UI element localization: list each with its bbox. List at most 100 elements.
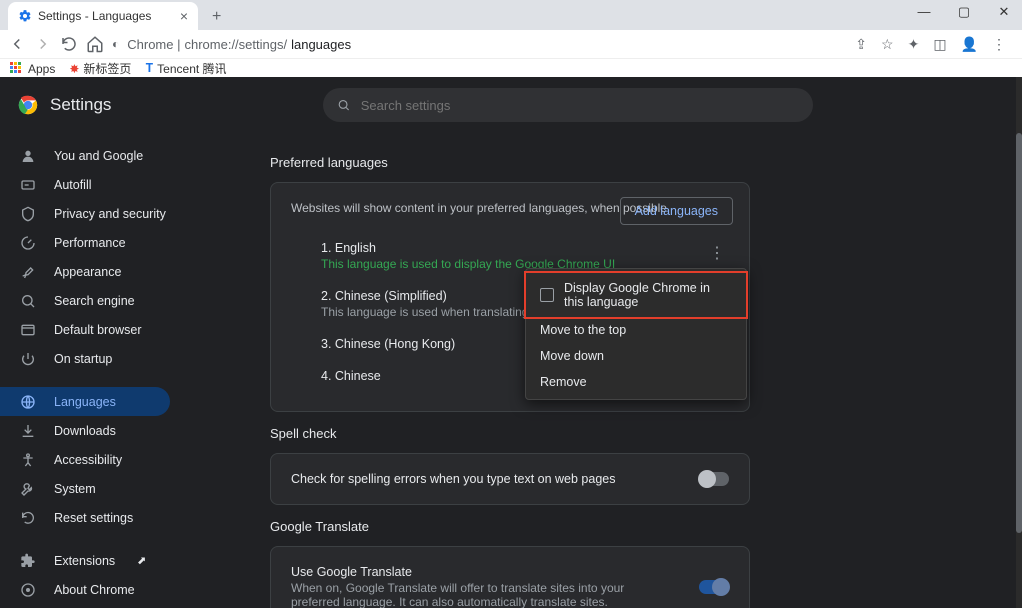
minimize-button[interactable]: ― (914, 4, 934, 20)
sidebar-item-label: Default browser (54, 323, 142, 337)
sidebar-item-appearance[interactable]: Appearance (0, 257, 170, 286)
app-title: Settings (50, 95, 111, 115)
sidebar-item-startup[interactable]: On startup (0, 344, 170, 373)
sidebar-item-label: Privacy and security (54, 207, 166, 221)
share-icon[interactable]: ⇪ (855, 36, 867, 53)
chrome-logo-icon (18, 95, 38, 115)
download-icon (20, 423, 36, 439)
profile-icon[interactable]: 👤 (961, 36, 978, 53)
sidebar-item-search[interactable]: Search engine (0, 286, 170, 315)
wrench-icon (20, 481, 36, 497)
ctx-display-in-language[interactable]: Display Google Chrome in this language (526, 273, 746, 317)
new-tab-button[interactable]: + (206, 4, 227, 30)
maximize-button[interactable]: ▢ (954, 4, 974, 20)
sidebar-item-system[interactable]: System (0, 474, 170, 503)
use-translate-toggle[interactable] (699, 580, 729, 594)
sidebar-item-label: Autofill (54, 178, 92, 192)
globe-icon (20, 394, 36, 410)
toolbar-icons: ⇪ ☆ ✦ ◫ 👤 ⋮ (855, 36, 1006, 53)
sidepanel-icon[interactable]: ◫ (933, 36, 946, 53)
sidebar-item-label: Downloads (54, 424, 116, 438)
bookmarks-bar: Apps ✸新标签页 𝐓Tencent 腾讯 (0, 58, 1022, 78)
speed-icon (20, 235, 36, 251)
search-settings[interactable] (323, 88, 813, 122)
sidebar-item-autofill[interactable]: Autofill (0, 170, 170, 199)
reset-icon (20, 510, 36, 526)
site-info-icon[interactable]: ◐ (112, 37, 119, 51)
browser-tab[interactable]: Settings - Languages × (8, 2, 198, 30)
forward-button[interactable] (34, 35, 52, 53)
sidebar-item-label: Search engine (54, 294, 135, 308)
sidebar-item-label: Extensions (54, 554, 115, 568)
extensions-icon[interactable]: ✦ (908, 36, 920, 53)
sidebar-item-label: Reset settings (54, 511, 133, 525)
google-translate-card: Use Google Translate When on, Google Tra… (270, 546, 750, 608)
search-icon (337, 98, 350, 112)
bookmark-tencent[interactable]: 𝐓Tencent 腾讯 (145, 60, 226, 77)
address-bar: ◐ Chrome | chrome://settings/languages ⇪… (0, 30, 1022, 58)
sidebar-item-about[interactable]: About Chrome (0, 575, 170, 604)
bookmark-star-icon[interactable]: ☆ (881, 36, 894, 53)
browser-chrome: ― ▢ ✕ Settings - Languages × + ◐ Chrome … (0, 0, 1022, 77)
section-preferred-languages: Preferred languages (270, 155, 1016, 170)
use-translate-sub: When on, Google Translate will offer to … (291, 581, 671, 608)
tab-strip: Settings - Languages × + (0, 0, 1022, 30)
autofill-icon (20, 177, 36, 193)
spell-check-toggle[interactable] (699, 472, 729, 486)
sidebar-item-languages[interactable]: Languages (0, 387, 170, 416)
search-icon (20, 293, 36, 309)
use-translate-label: Use Google Translate (291, 565, 671, 579)
menu-icon[interactable]: ⋮ (992, 36, 1006, 53)
sidebar-item-privacy[interactable]: Privacy and security (0, 199, 170, 228)
sidebar-item-performance[interactable]: Performance (0, 228, 170, 257)
bookmark-newtab[interactable]: ✸新标签页 (69, 60, 131, 77)
sidebar-item-accessibility[interactable]: Accessibility (0, 445, 170, 474)
power-icon (20, 351, 36, 367)
vertical-scrollbar[interactable] (1016, 77, 1022, 608)
sidebar-item-label: Performance (54, 236, 126, 250)
back-button[interactable] (8, 35, 26, 53)
chrome-icon (20, 582, 36, 598)
ctx-remove[interactable]: Remove (526, 369, 746, 395)
apps-grid-icon (10, 62, 24, 76)
close-button[interactable]: ✕ (994, 4, 1014, 20)
sidebar-item-label: About Chrome (54, 583, 135, 597)
search-input[interactable] (361, 98, 800, 113)
sidebar-item-default[interactable]: Default browser (0, 315, 170, 344)
app-header: Settings (0, 77, 1016, 133)
settings-app: Settings You and Google Autofill Privacy a… (0, 77, 1016, 608)
scrollbar-thumb[interactable] (1016, 133, 1022, 533)
language-options-button[interactable]: ⋮ (707, 243, 727, 263)
brush-icon (20, 264, 36, 280)
sidebar-item-label: On startup (54, 352, 112, 366)
sidebar-item-reset[interactable]: Reset settings (0, 503, 170, 532)
accessibility-icon (20, 452, 36, 468)
external-link-icon: ⬈ (137, 554, 146, 567)
browser-icon (20, 322, 36, 338)
window-controls: ― ▢ ✕ (914, 4, 1014, 20)
sidebar-item-you[interactable]: You and Google (0, 141, 170, 170)
tab-title: Settings - Languages (38, 9, 151, 23)
section-google-translate: Google Translate (270, 519, 1016, 534)
language-name: 1. English (321, 241, 729, 255)
ctx-move-down[interactable]: Move down (526, 343, 746, 369)
person-icon (20, 148, 36, 164)
checkbox-icon (540, 288, 554, 302)
tab-close-icon[interactable]: × (180, 8, 188, 24)
sidebar-item-label: Appearance (54, 265, 121, 279)
sidebar-item-label: Languages (54, 395, 116, 409)
add-languages-button[interactable]: Add languages (620, 197, 733, 225)
spell-check-card: Check for spelling errors when you type … (270, 453, 750, 505)
sidebar-item-label: You and Google (54, 149, 143, 163)
sidebar-item-extensions[interactable]: Extensions ⬈ (0, 546, 170, 575)
section-spell-check: Spell check (270, 426, 1016, 441)
ctx-move-to-top[interactable]: Move to the top (526, 317, 746, 343)
settings-sidebar: You and Google Autofill Privacy and securi… (0, 133, 240, 608)
reload-button[interactable] (60, 35, 78, 53)
sidebar-item-downloads[interactable]: Downloads (0, 416, 170, 445)
url-bar[interactable]: Chrome | chrome://settings/languages (127, 37, 847, 52)
apps-shortcut[interactable]: Apps (10, 62, 55, 76)
extension-icon (20, 553, 36, 569)
home-button[interactable] (86, 35, 104, 53)
language-context-menu: Display Google Chrome in this language M… (525, 268, 747, 400)
